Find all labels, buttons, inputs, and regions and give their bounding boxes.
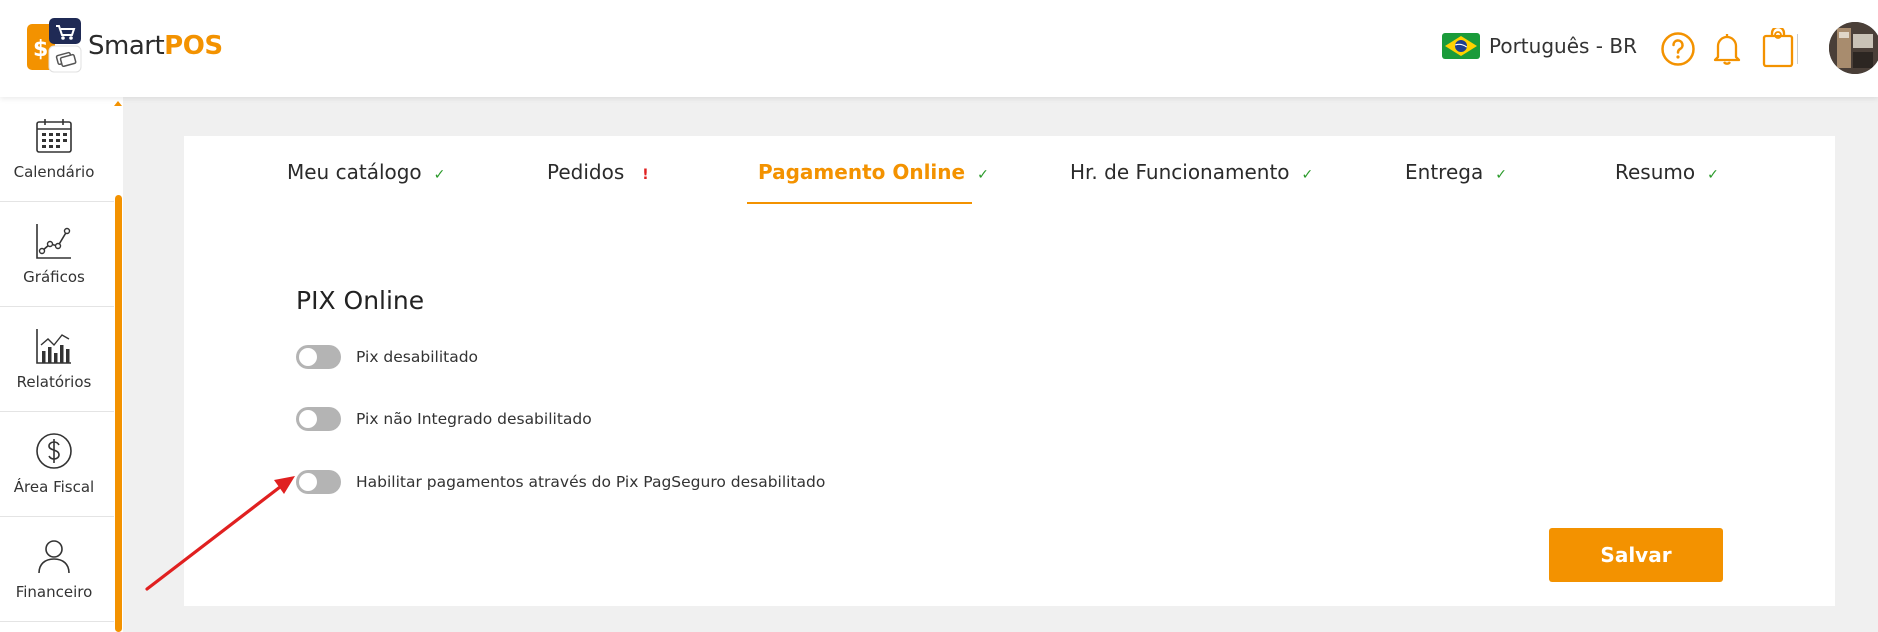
bar-chart-icon bbox=[36, 329, 71, 364]
toggle-label: Habilitar pagamentos através do Pix PagS… bbox=[356, 473, 826, 491]
tab-label: Pagamento Online bbox=[758, 160, 966, 184]
language-selector[interactable]: Português - BR bbox=[1442, 33, 1637, 59]
tab-label: Resumo bbox=[1615, 160, 1696, 184]
tab-pagamento-online[interactable]: Pagamento Online ✓ bbox=[758, 160, 989, 204]
active-tab-indicator bbox=[747, 202, 972, 204]
pix-nao-integrado-toggle[interactable] bbox=[296, 407, 341, 431]
tab-resumo[interactable]: Resumo ✓ bbox=[1615, 160, 1719, 204]
tab-entrega[interactable]: Entrega ✓ bbox=[1405, 160, 1507, 204]
toggle-knob bbox=[299, 348, 317, 366]
tab-label: Pedidos bbox=[547, 160, 625, 184]
person-icon bbox=[38, 540, 70, 574]
svg-text:$: $ bbox=[33, 37, 48, 62]
sidebar-scrollbar-thumb[interactable] bbox=[115, 195, 122, 632]
check-icon: ✓ bbox=[977, 167, 989, 183]
section-title: PIX Online bbox=[296, 286, 425, 315]
language-label: Português - BR bbox=[1489, 34, 1637, 58]
toggle-row-pix-pagseguro: Habilitar pagamentos através do Pix PagS… bbox=[296, 470, 825, 494]
user-avatar[interactable] bbox=[1829, 22, 1878, 74]
line-chart-icon bbox=[36, 224, 71, 259]
pix-pagseguro-toggle[interactable] bbox=[296, 470, 341, 494]
sidebar-item-label: Calendário bbox=[13, 163, 95, 181]
tab-label: Meu catálogo bbox=[287, 160, 422, 184]
sidebar-item-area-fiscal[interactable]: Área Fiscal bbox=[0, 412, 114, 517]
tab-label: Entrega bbox=[1405, 160, 1484, 184]
brazil-flag-icon bbox=[1442, 33, 1480, 59]
scroll-up-icon[interactable] bbox=[114, 101, 122, 106]
sidebar-item-label: Área Fiscal bbox=[13, 478, 95, 496]
annotation-arrow-icon bbox=[145, 476, 295, 591]
calendar-icon bbox=[36, 119, 72, 153]
tab-label: Hr. de Funcionamento bbox=[1070, 160, 1290, 184]
sidebar-item-graficos[interactable]: Gráficos bbox=[0, 202, 114, 307]
sidebar-item-calendario[interactable]: Calendário bbox=[0, 97, 114, 202]
toggle-knob bbox=[299, 410, 317, 428]
sidebar: Calendário Gráficos Relatórios Área Fisc… bbox=[0, 97, 123, 632]
help-icon[interactable] bbox=[1660, 31, 1696, 67]
tab-hr-funcionamento[interactable]: Hr. de Funcionamento ✓ bbox=[1070, 160, 1313, 204]
top-bar: $ SmartPOS Português - BR bbox=[0, 0, 1878, 97]
tab-meu-catalogo[interactable]: Meu catálogo ✓ bbox=[287, 160, 445, 204]
pix-toggle[interactable] bbox=[296, 345, 341, 369]
check-icon: ✓ bbox=[1495, 167, 1507, 183]
sidebar-item-label: Relatórios bbox=[16, 373, 92, 391]
brand-name: SmartPOS bbox=[88, 31, 223, 61]
dollar-circle-icon bbox=[36, 433, 72, 469]
check-icon: ✓ bbox=[1707, 167, 1719, 183]
toggle-knob bbox=[299, 473, 317, 491]
toggle-row-pix: Pix desabilitado bbox=[296, 345, 478, 369]
avatar-image bbox=[1829, 22, 1878, 74]
check-icon: ✓ bbox=[433, 167, 446, 183]
header-divider bbox=[1797, 34, 1798, 64]
sidebar-item-financeiro[interactable]: Financeiro bbox=[0, 517, 114, 622]
brand-name-part2: POS bbox=[164, 31, 223, 61]
settings-card: Meu catálogo ✓ Pedidos! Pagamento Online ✓… bbox=[184, 136, 1835, 606]
sidebar-item-relatorios[interactable]: Relatórios bbox=[0, 307, 114, 412]
sidebar-item-label: Financeiro bbox=[15, 583, 93, 601]
smartpos-logo: $ bbox=[27, 18, 82, 73]
bell-icon[interactable] bbox=[1710, 31, 1744, 67]
toggle-label: Pix não Integrado desabilitado bbox=[356, 410, 592, 428]
save-button[interactable]: Salvar bbox=[1549, 528, 1723, 582]
brand-name-part1: Smart bbox=[88, 31, 165, 61]
warning-icon: ! bbox=[642, 167, 649, 183]
toggle-row-pix-nao-integrado: Pix não Integrado desabilitado bbox=[296, 407, 592, 431]
check-icon: ✓ bbox=[1301, 167, 1314, 183]
tab-pedidos[interactable]: Pedidos! bbox=[547, 160, 649, 204]
shopping-bag-icon[interactable] bbox=[1762, 28, 1794, 68]
toggle-label: Pix desabilitado bbox=[356, 348, 479, 366]
sidebar-item-label: Gráficos bbox=[23, 268, 85, 286]
